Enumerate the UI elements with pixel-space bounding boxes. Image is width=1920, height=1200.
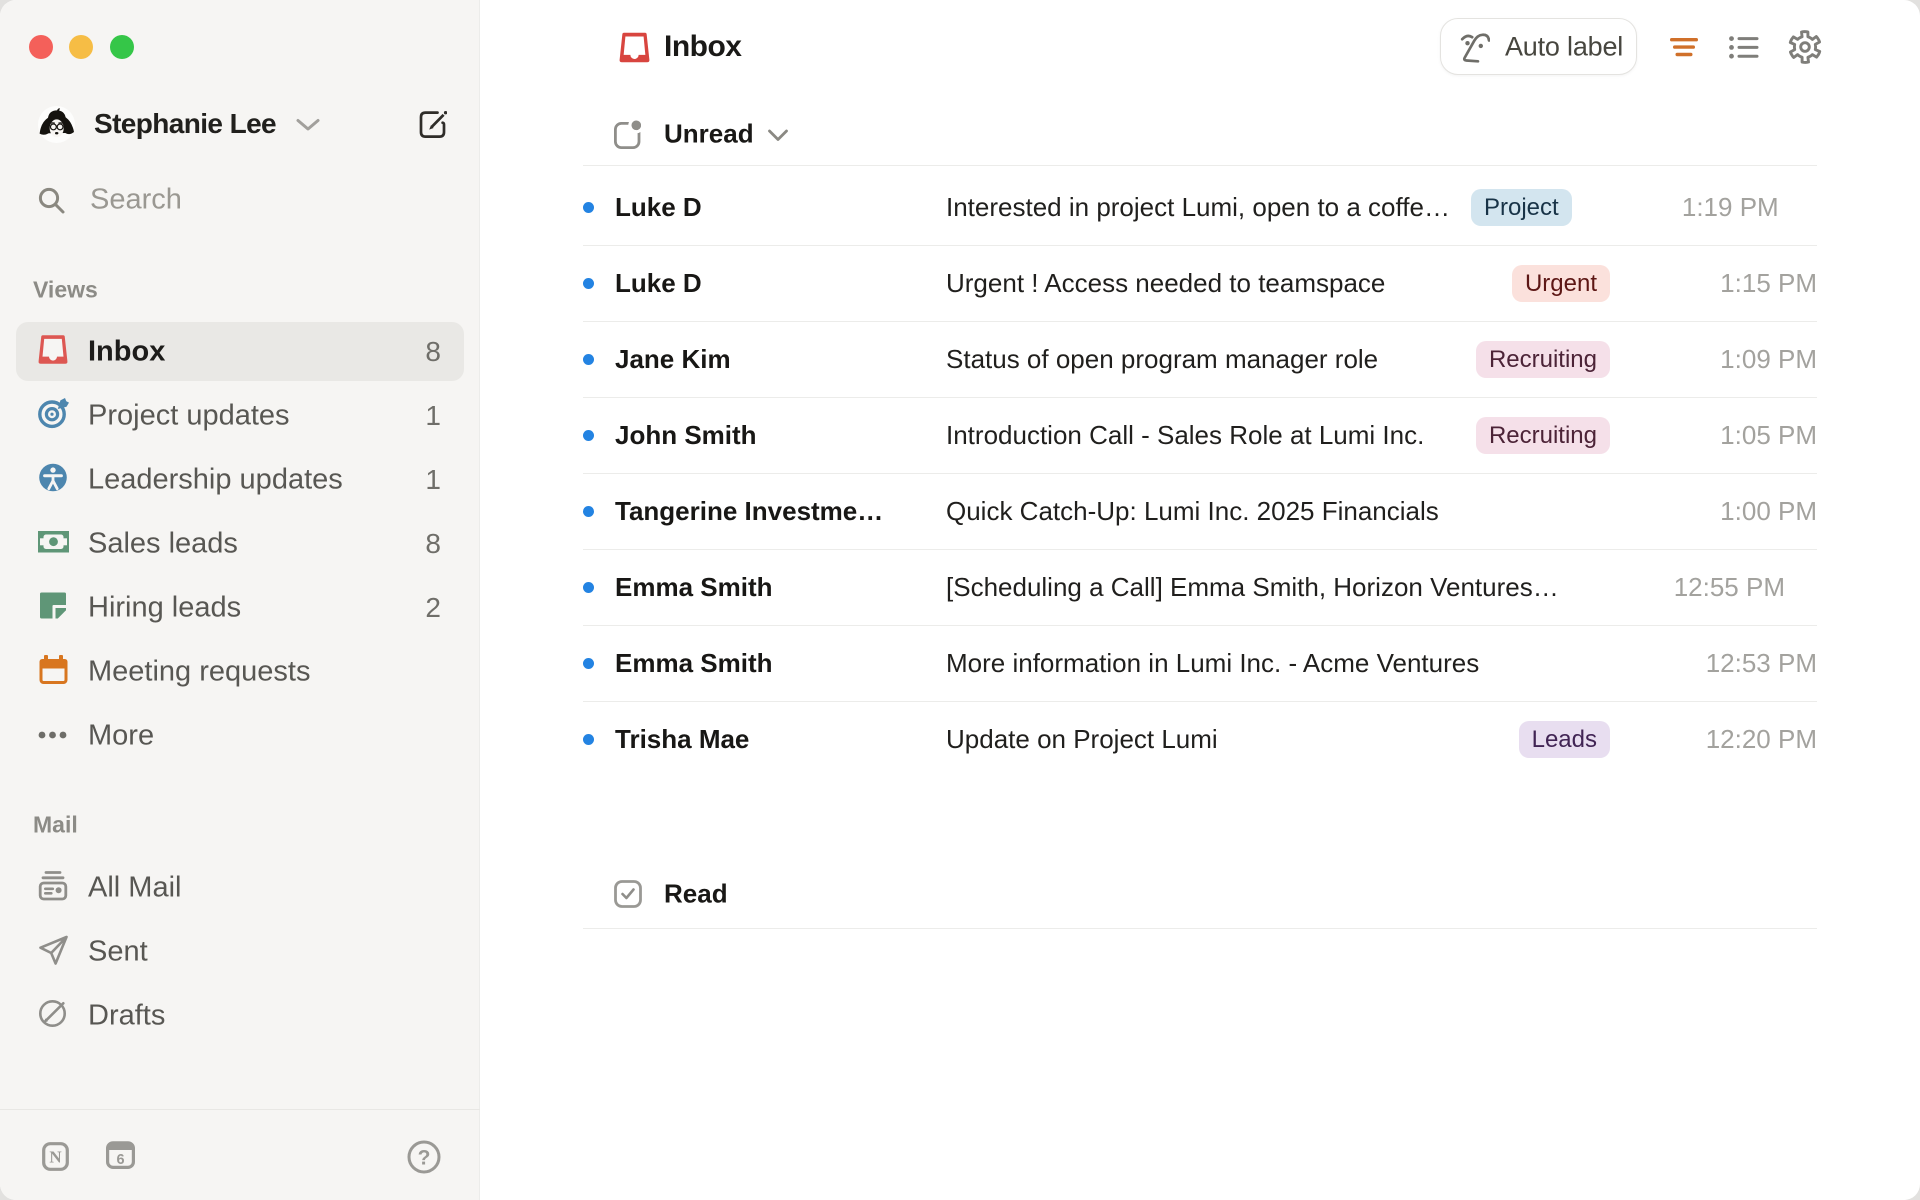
- svg-text:6: 6: [116, 1152, 124, 1168]
- svg-text:?: ?: [418, 1147, 431, 1170]
- svg-text:N: N: [49, 1148, 62, 1167]
